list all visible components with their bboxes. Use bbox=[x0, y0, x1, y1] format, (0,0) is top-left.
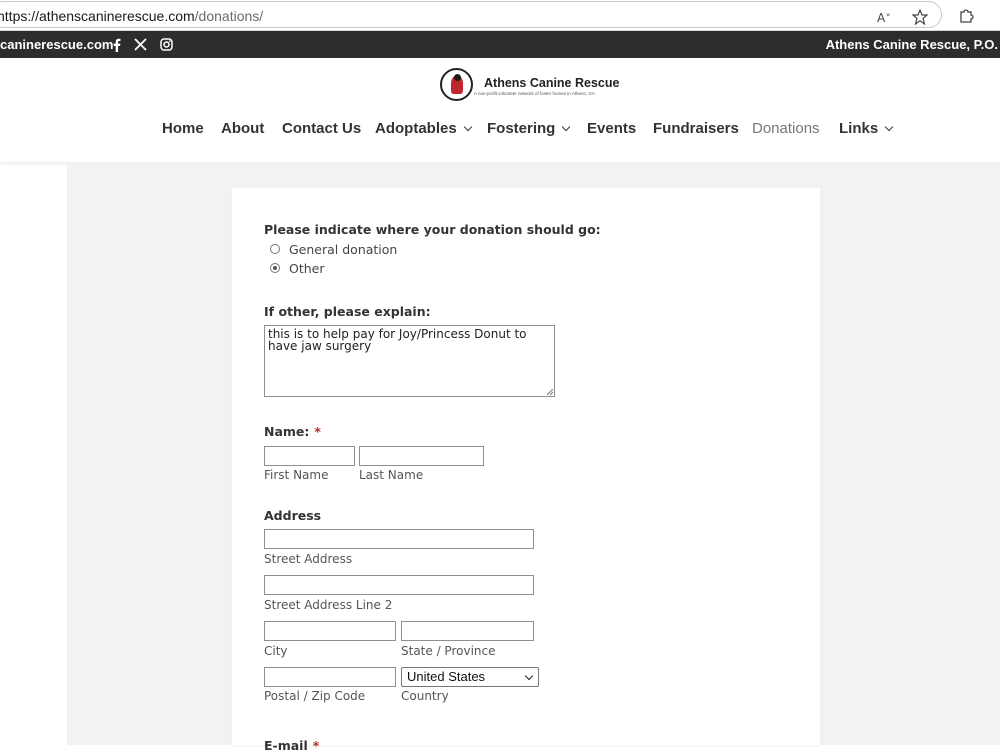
last-name-sublabel: Last Name bbox=[359, 468, 424, 482]
city-sublabel: City bbox=[264, 644, 288, 658]
street-address-2-input[interactable] bbox=[264, 575, 534, 595]
chevron-down-icon bbox=[884, 122, 894, 132]
destination-label: Please indicate where your donation shou… bbox=[264, 222, 601, 237]
svg-text:»: » bbox=[886, 11, 890, 19]
radio-other-label[interactable]: Other bbox=[289, 261, 325, 276]
extensions-icon[interactable] bbox=[956, 5, 976, 25]
explain-label: If other, please explain: bbox=[264, 304, 431, 319]
explain-textarea[interactable]: this is to help pay for Joy/Princess Don… bbox=[264, 325, 555, 397]
chevron-down-icon bbox=[524, 671, 534, 681]
site-logo[interactable]: Athens Canine Rescue A non-profit volunt… bbox=[440, 68, 620, 102]
svg-text:A: A bbox=[877, 11, 886, 24]
top-social-strip: caninerescue.com Athens Canine Rescue, P… bbox=[0, 31, 1000, 58]
radio-general-donation[interactable] bbox=[270, 244, 280, 254]
nav-fostering[interactable]: Fostering bbox=[487, 120, 571, 137]
url-text[interactable]: https://athenscaninerescue.com/donations… bbox=[0, 8, 263, 24]
street-address-2-sublabel: Street Address Line 2 bbox=[264, 598, 393, 612]
street-address-input[interactable] bbox=[264, 529, 534, 549]
site-domain-text: caninerescue.com bbox=[0, 37, 114, 52]
logo-title: Athens Canine Rescue bbox=[484, 76, 620, 90]
zip-sublabel: Postal / Zip Code bbox=[264, 689, 366, 703]
contact-address-text: Athens Canine Rescue, P.O. bbox=[825, 37, 998, 52]
browser-toolbar: https://athenscaninerescue.com/donations… bbox=[0, 0, 1000, 31]
radio-general-donation-label[interactable]: General donation bbox=[289, 242, 397, 257]
first-name-sublabel: First Name bbox=[264, 468, 329, 482]
address-label: Address bbox=[264, 508, 322, 523]
state-sublabel: State / Province bbox=[401, 644, 496, 658]
nav-home[interactable]: Home bbox=[162, 120, 204, 137]
logo-badge-icon bbox=[440, 68, 473, 101]
site-header: Athens Canine Rescue A non-profit volunt… bbox=[0, 58, 1000, 162]
address-bar[interactable]: https://athenscaninerescue.com/donations… bbox=[0, 1, 942, 28]
nav-contact-us[interactable]: Contact Us bbox=[282, 120, 361, 137]
name-label: Name: * bbox=[264, 424, 321, 439]
country-select[interactable]: United States bbox=[401, 667, 539, 687]
instagram-icon[interactable] bbox=[159, 35, 174, 54]
nav-adoptables[interactable]: Adoptables bbox=[375, 120, 472, 137]
logo-tagline: A non-profit volunteer network of foster… bbox=[474, 91, 595, 96]
required-marker: * bbox=[312, 738, 320, 753]
required-marker: * bbox=[314, 424, 321, 439]
city-input[interactable] bbox=[264, 621, 396, 641]
facebook-icon[interactable] bbox=[110, 35, 122, 54]
street-address-sublabel: Street Address bbox=[264, 552, 353, 566]
email-label: E-mail * bbox=[264, 738, 320, 753]
last-name-input[interactable] bbox=[359, 446, 484, 466]
x-icon[interactable] bbox=[133, 35, 148, 54]
nav-donations[interactable]: Donations bbox=[752, 120, 820, 137]
main-nav: Home About Contact Us Adoptables Fosteri… bbox=[0, 120, 1000, 142]
country-select-value: United States bbox=[407, 669, 486, 684]
first-name-input[interactable] bbox=[264, 446, 355, 466]
nav-fundraisers[interactable]: Fundraisers bbox=[653, 120, 739, 137]
country-sublabel: Country bbox=[401, 689, 449, 703]
state-input[interactable] bbox=[401, 621, 534, 641]
chevron-down-icon bbox=[562, 122, 571, 132]
favorite-star-icon[interactable] bbox=[910, 7, 930, 27]
resize-handle-icon[interactable] bbox=[547, 389, 553, 395]
zip-input[interactable] bbox=[264, 667, 396, 687]
chevron-down-icon bbox=[463, 122, 472, 132]
nav-events[interactable]: Events bbox=[587, 120, 636, 137]
nav-links[interactable]: Links bbox=[839, 120, 894, 137]
donation-form: Please indicate where your donation shou… bbox=[232, 188, 820, 753]
radio-other[interactable] bbox=[270, 263, 280, 273]
read-aloud-icon[interactable]: A» bbox=[875, 7, 895, 27]
url-path: /donations/ bbox=[194, 8, 264, 24]
nav-about[interactable]: About bbox=[221, 120, 264, 137]
url-host: https://athenscaninerescue.com bbox=[0, 8, 195, 24]
